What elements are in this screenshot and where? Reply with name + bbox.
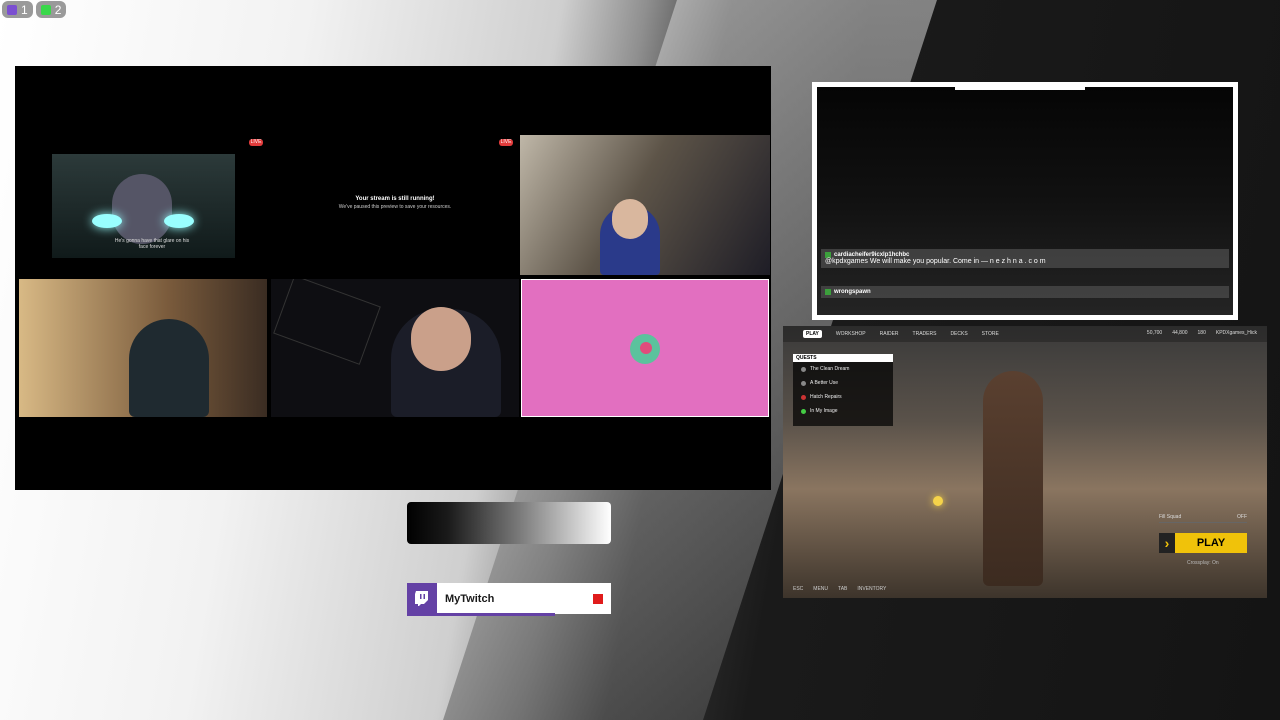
game-character bbox=[983, 371, 1043, 586]
chat-top-tab bbox=[955, 87, 1085, 90]
twitch-underline bbox=[407, 613, 555, 616]
quest-icon bbox=[801, 394, 806, 400]
anime-character bbox=[112, 174, 172, 244]
chat-message: cardiacheifer9icxlp1hchbc @kpdxgames We … bbox=[821, 249, 1229, 268]
user-badge-icon bbox=[825, 289, 831, 295]
key-tab: TAB bbox=[838, 586, 848, 592]
top-left-badges: 1 2 bbox=[2, 1, 67, 18]
light-glow bbox=[933, 496, 943, 506]
twitch-icon bbox=[7, 4, 17, 15]
quest-item[interactable]: The Clean Dream bbox=[793, 362, 893, 376]
game-footer: ESC MENU TAB INVENTORY bbox=[793, 586, 886, 592]
chat-overlay: cardiacheifer9icxlp1hchbc @kpdxgames We … bbox=[812, 82, 1238, 320]
quest-label: A Better Use bbox=[810, 380, 839, 386]
paused-message: Your stream is still running! We've paus… bbox=[315, 196, 475, 210]
resource-1: 50,700 bbox=[1146, 330, 1163, 336]
stream-tile-offline[interactable] bbox=[521, 279, 769, 417]
paused-subtitle: We've paused this preview to save your r… bbox=[338, 204, 452, 210]
game-nav-store[interactable]: STORE bbox=[982, 331, 999, 337]
chat-user-2: wrongspawn bbox=[834, 289, 871, 295]
decor-lines bbox=[273, 279, 381, 365]
record-icon bbox=[593, 593, 603, 604]
game-nav-traders[interactable]: TRADERS bbox=[913, 331, 937, 337]
anime-subtitle: He's gonna have that glare on his face f… bbox=[114, 238, 190, 250]
game-nav-decks[interactable]: DECKS bbox=[950, 331, 967, 337]
quest-item[interactable]: Hatch Repairs bbox=[793, 390, 893, 404]
quest-item[interactable]: In My Image bbox=[793, 404, 893, 418]
live-badge: LIVE bbox=[499, 139, 513, 146]
chat-message: wrongspawn bbox=[821, 286, 1229, 298]
multi-stream-panel: He's gonna have that glare on his face f… bbox=[15, 66, 771, 490]
chevron-right-icon: › bbox=[1159, 533, 1175, 553]
glowing-eye-right bbox=[164, 214, 194, 228]
quest-icon bbox=[801, 366, 806, 372]
gradient-placeholder-bar bbox=[407, 502, 611, 544]
crossplay-status: Crossplay: On bbox=[1187, 560, 1219, 566]
badge-count: 1 bbox=[21, 2, 28, 17]
game-nav-raider[interactable]: RAIDER bbox=[880, 331, 899, 337]
resource-3: 180 bbox=[1197, 330, 1206, 336]
chat-text-1: @kpdxgames We will make you popular. Com… bbox=[825, 258, 1046, 265]
quest-label: Hatch Repairs bbox=[810, 394, 842, 400]
streamer-figure bbox=[129, 319, 209, 417]
quest-icon bbox=[801, 408, 806, 414]
game-nav-workshop[interactable]: WORKSHOP bbox=[836, 331, 866, 337]
footer-inventory[interactable]: INVENTORY bbox=[857, 586, 886, 592]
green-leaf-icon bbox=[40, 4, 51, 15]
badge-green[interactable]: 2 bbox=[35, 1, 67, 18]
chat-inner: cardiacheifer9icxlp1hchbc @kpdxgames We … bbox=[817, 87, 1233, 315]
paused-title: Your stream is still running! bbox=[355, 196, 435, 202]
quest-label: In My Image bbox=[810, 408, 838, 414]
streamer-head bbox=[411, 307, 471, 371]
stream-tile-anime[interactable]: He's gonna have that glare on his face f… bbox=[52, 154, 235, 258]
stream-tile-webcam-3[interactable] bbox=[271, 279, 519, 417]
badge-twitch[interactable]: 1 bbox=[2, 1, 33, 18]
game-nav-play[interactable]: PLAY bbox=[803, 330, 822, 338]
quest-icon bbox=[801, 380, 806, 386]
stream-tile-webcam-1[interactable] bbox=[520, 135, 770, 275]
stream-tile-webcam-2[interactable] bbox=[19, 279, 267, 417]
quest-item[interactable]: A Better Use bbox=[793, 376, 893, 390]
fill-squad-value: OFF bbox=[1237, 514, 1247, 520]
live-badge: LIVE bbox=[249, 139, 263, 146]
key-esc: ESC bbox=[793, 586, 804, 592]
quests-panel: QUESTS The Clean Dream A Better Use Hatc… bbox=[793, 354, 893, 426]
streamer-head bbox=[612, 199, 648, 239]
twitch-logo-icon bbox=[407, 583, 437, 614]
footer-menu[interactable]: MENU bbox=[813, 586, 828, 592]
avatar-face bbox=[640, 342, 652, 354]
twitch-channel-name: MyTwitch bbox=[445, 592, 495, 605]
twitch-name-bar: MyTwitch bbox=[407, 583, 611, 614]
game-capture: PLAY WORKSHOP RAIDER TRADERS DECKS STORE… bbox=[783, 326, 1267, 598]
badge-count: 2 bbox=[54, 2, 62, 17]
quests-header: QUESTS bbox=[793, 354, 893, 362]
player-name: KPDXgames_Hick bbox=[1215, 330, 1257, 336]
quest-label: The Clean Dream bbox=[810, 366, 850, 372]
glowing-eye-left bbox=[92, 214, 122, 228]
game-resources: 50,700 44,800 180 KPDXgames_Hick bbox=[1147, 330, 1257, 336]
play-button[interactable]: › PLAY bbox=[1159, 533, 1247, 553]
play-label: PLAY bbox=[1196, 537, 1226, 549]
chat-username: wrongspawn bbox=[825, 289, 1225, 295]
resource-2: 44,800 bbox=[1172, 330, 1188, 336]
fill-squad-toggle[interactable]: Fill Squad OFF bbox=[1159, 514, 1247, 523]
fill-squad-label: Fill Squad bbox=[1159, 514, 1182, 520]
